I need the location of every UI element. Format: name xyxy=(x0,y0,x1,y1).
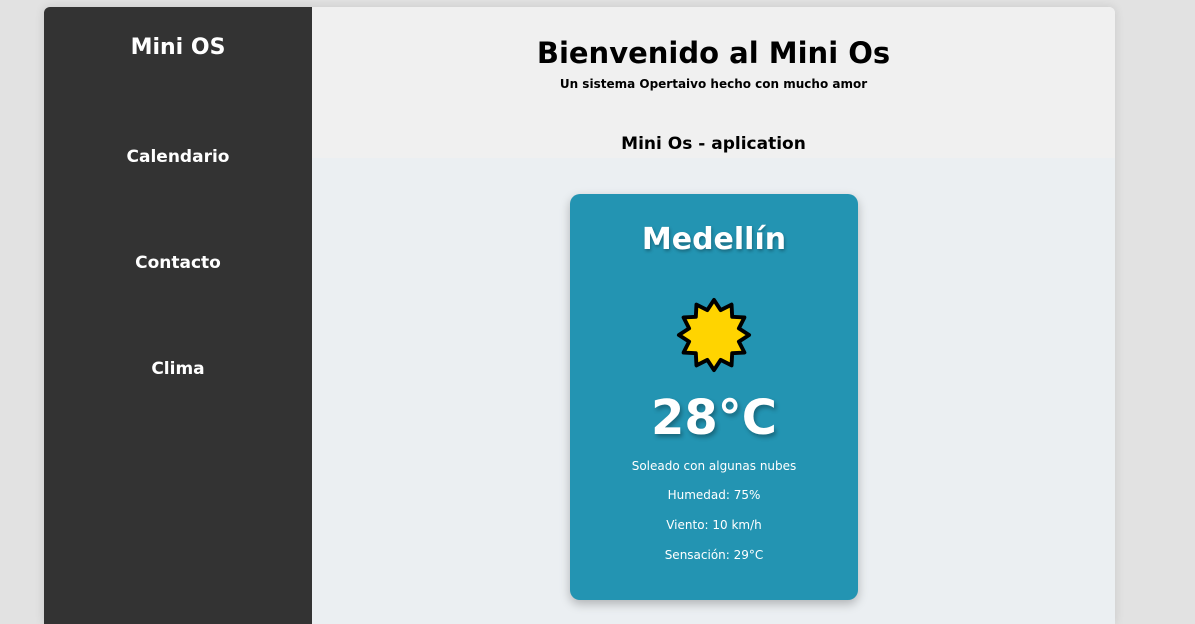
weather-card: Medellín 28°C Soleado con algunas nubes … xyxy=(570,194,858,600)
weather-description: Soleado con algunas nubes xyxy=(631,459,797,473)
sidebar-title: Mini OS xyxy=(130,35,226,60)
header: Bienvenido al Mini Os Un sistema Opertai… xyxy=(312,7,1115,158)
sun-icon xyxy=(676,297,752,373)
page-subtitle: Un sistema Opertaivo hecho con mucho amo… xyxy=(559,77,868,91)
sidebar-item-clima[interactable]: Clima xyxy=(44,359,312,379)
main-content: Bienvenido al Mini Os Un sistema Opertai… xyxy=(312,7,1115,624)
weather-humidity: Humedad: 75% xyxy=(667,488,761,502)
weather-city: Medellín xyxy=(641,222,787,257)
weather-feels-like: Sensación: 29°C xyxy=(664,548,764,562)
sidebar-item-contacto[interactable]: Contacto xyxy=(44,253,312,273)
sidebar-item-calendario[interactable]: Calendario xyxy=(44,147,312,167)
page-title: Bienvenido al Mini Os xyxy=(536,36,891,70)
weather-temperature: 28°C xyxy=(650,390,778,446)
app-window: Mini OS Calendario Contacto Clima Bienve… xyxy=(44,7,1115,624)
app-title: Mini Os - aplication xyxy=(621,134,806,154)
sidebar: Mini OS Calendario Contacto Clima xyxy=(44,7,312,624)
weather-wind: Viento: 10 km/h xyxy=(666,518,762,532)
